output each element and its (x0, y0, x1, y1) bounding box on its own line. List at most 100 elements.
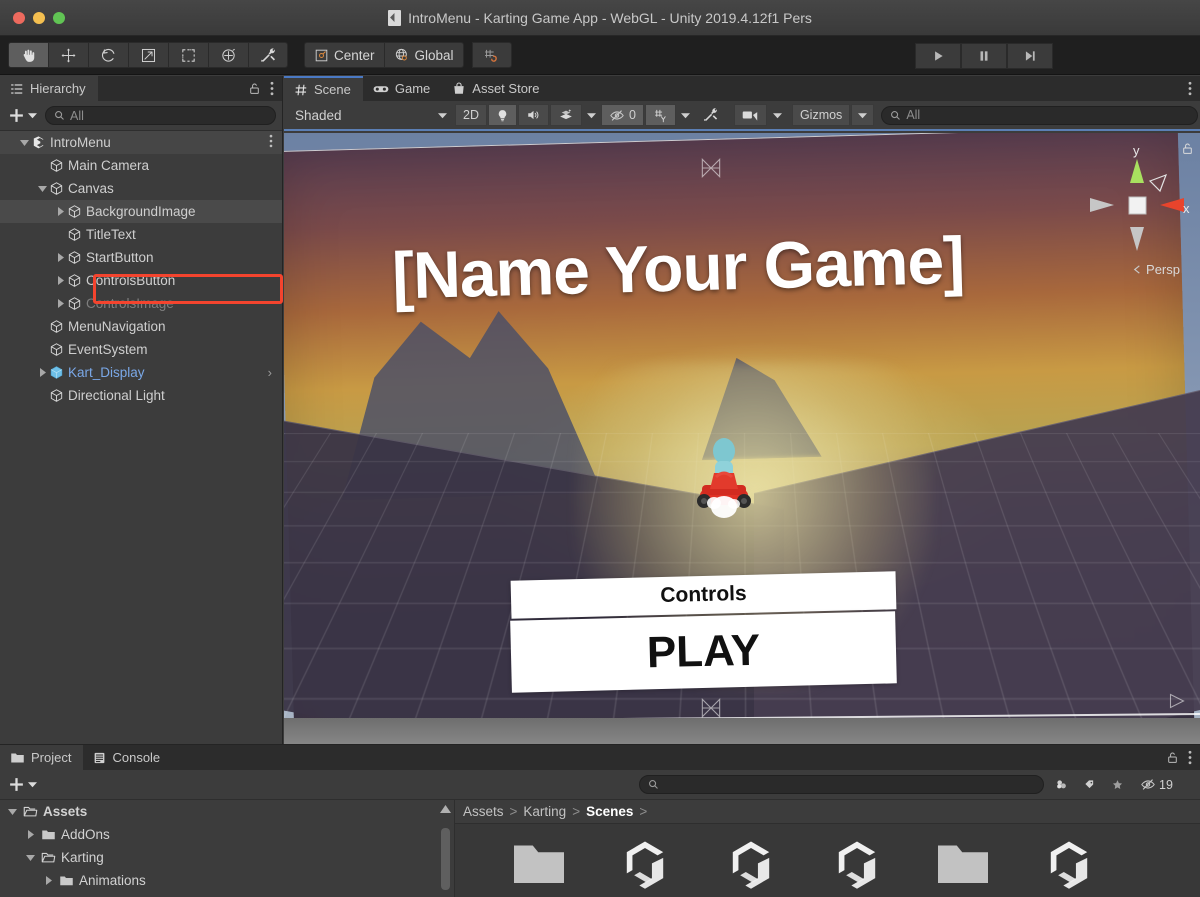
asset-grid[interactable] (455, 824, 1200, 890)
tab-asset-store[interactable]: Asset Store (442, 76, 552, 101)
hierarchy-tree[interactable]: IntroMenu Main Camera Canvas BackgroundImag… (0, 131, 282, 744)
space-mode-button[interactable]: Global (383, 42, 464, 68)
hierarchy-item-intromenu[interactable]: IntroMenu (0, 131, 282, 154)
hierarchy-item-controlsbutton[interactable]: ControlsButton (0, 269, 282, 292)
scroll-up-arrow-icon[interactable] (440, 805, 451, 813)
lock-open-icon[interactable] (1166, 750, 1179, 765)
gizmos-dropdown-arrow[interactable] (851, 104, 875, 126)
maximize-window-button[interactable] (53, 11, 65, 24)
scene-lighting-toggle[interactable] (487, 104, 517, 126)
draw-mode-dropdown[interactable]: Shaded (286, 104, 454, 126)
hierarchy-item-canvas[interactable]: Canvas (0, 177, 282, 200)
hierarchy-item-menu-icon[interactable] (269, 134, 273, 151)
tab-console[interactable]: Console (83, 745, 173, 770)
expand-arrow[interactable] (54, 274, 67, 287)
expand-arrow[interactable] (24, 828, 37, 841)
play-button[interactable] (915, 43, 961, 69)
transform-tool-button[interactable] (208, 42, 248, 68)
move-tool-button[interactable] (48, 42, 88, 68)
project-hidden-toggle[interactable]: 19 (1132, 773, 1181, 796)
pause-button[interactable] (961, 43, 1007, 69)
gizmos-button[interactable]: Gizmos (791, 104, 851, 126)
expand-arrow[interactable] (6, 805, 19, 818)
scrollbar-thumb[interactable] (441, 828, 450, 890)
hierarchy-item-eventsystem[interactable]: EventSystem (0, 338, 282, 361)
projection-mode-toggle[interactable]: Persp (1132, 262, 1180, 277)
hierarchy-item-main-camera[interactable]: Main Camera (0, 154, 282, 177)
expand-arrow[interactable] (54, 297, 67, 310)
asset-scene[interactable] (715, 838, 787, 890)
hierarchy-search-input[interactable]: All (45, 106, 276, 125)
scene-search-input[interactable]: All (881, 105, 1198, 125)
project-tree-item-assets[interactable]: Assets (0, 800, 437, 823)
project-tree-scrollbar[interactable] (437, 800, 455, 897)
breadcrumb-item-karting[interactable]: Karting (523, 804, 566, 819)
tab-scene[interactable]: Scene (284, 76, 363, 101)
expand-arrow[interactable] (36, 182, 49, 195)
play-button-in-scene[interactable]: PLAY (510, 611, 897, 693)
minimize-window-button[interactable] (33, 11, 45, 24)
project-folder-tree[interactable]: Assets AddOns Karting Animations (0, 800, 437, 897)
asset-scene[interactable] (609, 838, 681, 890)
hierarchy-item-controlsimage[interactable]: ControlsImage (0, 292, 282, 315)
tab-hierarchy[interactable]: Hierarchy (0, 76, 98, 101)
hierarchy-add-button[interactable] (6, 107, 39, 124)
scene-lock-open-icon[interactable] (1181, 141, 1194, 156)
scene-hidden-objects-toggle[interactable]: 0 (600, 104, 644, 126)
expand-arrow[interactable] (42, 874, 55, 887)
filter-by-label-button[interactable] (1076, 773, 1103, 796)
hierarchy-item-menunavigation[interactable]: MenuNavigation (0, 315, 282, 338)
project-add-button[interactable] (6, 776, 39, 793)
hand-tool-button[interactable] (8, 42, 48, 68)
expand-arrow[interactable] (18, 136, 31, 149)
scene-fx-dropdown-arrow[interactable] (582, 104, 600, 126)
breadcrumb-item-assets[interactable]: Assets (463, 804, 504, 819)
kebab-menu-icon[interactable] (1188, 81, 1192, 96)
kebab-menu-icon[interactable] (1188, 750, 1192, 765)
scene-grid-toggle[interactable] (644, 104, 676, 126)
scene-viewport[interactable]: [Name Your Game] Controls PLAY y x Persp (284, 133, 1200, 744)
pivot-mode-button[interactable]: Center (304, 42, 384, 68)
prefab-open-chevron-icon[interactable]: › (268, 365, 272, 380)
gameobject-cube-icon (68, 297, 81, 310)
project-tree-item-animations[interactable]: Animations (0, 869, 437, 892)
scene-camera-dropdown-arrow[interactable] (767, 104, 787, 126)
scene-tools-button[interactable] (694, 104, 727, 126)
step-button[interactable] (1007, 43, 1053, 69)
expand-arrow[interactable] (54, 205, 67, 218)
project-search-input[interactable] (639, 775, 1044, 794)
favorites-button[interactable] (1104, 773, 1131, 796)
asset-folder[interactable] (927, 838, 999, 888)
hierarchy-item-kart-display[interactable]: Kart_Display › (0, 361, 282, 384)
asset-folder[interactable] (503, 838, 575, 888)
expand-arrow[interactable] (24, 851, 37, 864)
lock-open-icon[interactable] (248, 81, 261, 96)
hierarchy-item-directional-light[interactable]: Directional Light (0, 384, 282, 407)
scene-audio-toggle[interactable] (517, 104, 549, 126)
scene-camera-button[interactable] (733, 104, 767, 126)
rotate-tool-button[interactable] (88, 42, 128, 68)
hierarchy-item-titletext[interactable]: TitleText (0, 223, 282, 246)
custom-tool-button[interactable] (248, 42, 288, 68)
filter-by-type-button[interactable] (1048, 773, 1075, 796)
scene-grid-dropdown-arrow[interactable] (676, 104, 694, 126)
rect-transform-tool-button[interactable] (168, 42, 208, 68)
hierarchy-item-backgroundimage[interactable]: BackgroundImage (0, 200, 282, 223)
asset-scene[interactable] (1033, 838, 1105, 890)
expand-arrow[interactable] (36, 366, 49, 379)
project-tree-item-addons[interactable]: AddOns (0, 823, 437, 846)
tab-project[interactable]: Project (0, 745, 84, 770)
hierarchy-item-startbutton[interactable]: StartButton (0, 246, 282, 269)
hierarchy-item-label: IntroMenu (50, 135, 111, 150)
close-window-button[interactable] (13, 11, 25, 24)
project-tree-item-karting[interactable]: Karting (0, 846, 437, 869)
scene-fx-dropdown[interactable] (549, 104, 582, 126)
kebab-menu-icon[interactable] (270, 81, 274, 96)
tab-game[interactable]: Game (362, 76, 443, 101)
grid-snap-button[interactable] (471, 42, 512, 68)
asset-scene[interactable] (821, 838, 893, 890)
scale-tool-button[interactable] (128, 42, 168, 68)
breadcrumb-item-scenes[interactable]: Scenes (586, 804, 633, 819)
expand-arrow[interactable] (54, 251, 67, 264)
toggle-2d-button[interactable]: 2D (455, 104, 487, 126)
